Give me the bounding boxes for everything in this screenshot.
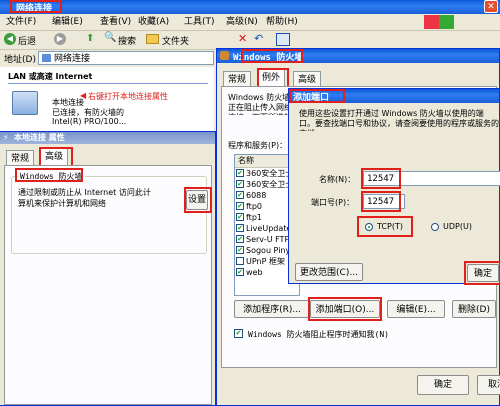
menu-tools[interactable]: 工具(T) — [184, 14, 215, 30]
change-scope-button[interactable]: 更改范围(C)... — [295, 263, 363, 281]
delete-button[interactable]: 删除(D) — [452, 300, 496, 318]
section-divider — [8, 83, 208, 84]
undo-icon[interactable]: ↶ — [254, 32, 263, 45]
checkbox-icon[interactable]: ✔ — [236, 191, 244, 199]
search-label[interactable]: 搜索 — [118, 34, 136, 47]
annotation-arrow-icon: ◀ — [80, 91, 87, 100]
tcp-highlight — [357, 216, 413, 237]
folders-label[interactable]: 文件夹 — [162, 34, 189, 47]
menu-file[interactable]: 文件(F) — [6, 14, 36, 30]
properties-titlebar: ⚡ 本地连接 属性 — [0, 132, 215, 144]
views-icon[interactable] — [276, 33, 290, 46]
annotation-text: 右键打开本地连接属性 — [88, 92, 168, 101]
fw-ok-button[interactable]: 确定 — [417, 375, 469, 395]
program-name: UPnP 框架 — [246, 257, 285, 266]
port-field-highlight — [361, 191, 401, 212]
windows-logo-icon — [424, 15, 454, 29]
fw-tab-exceptions-highlight — [257, 68, 289, 88]
menu-favorites[interactable]: 收藏(A) — [138, 14, 169, 30]
name-label: 名称(N)： — [319, 175, 356, 184]
network-folder-icon — [42, 54, 51, 62]
forward-icon[interactable]: ▶ — [54, 33, 66, 45]
checkbox-icon[interactable]: ✔ — [236, 180, 244, 188]
fw-intro-text: Windows 防火墙正在阻止传入网络连接，下面所选的程序和服务除外。添加例外将… — [228, 93, 292, 115]
network-connection-icon — [12, 91, 38, 115]
checkbox-icon[interactable]: ✔ — [236, 246, 244, 254]
firewall-title-highlight — [241, 49, 303, 63]
checkbox-icon[interactable]: ✔ — [236, 213, 244, 221]
firewall-group: Windows 防火墙 通过限制或防止从 Internet 访问此计算机来保护计… — [11, 171, 207, 254]
section-header: LAN 或高速 Internet — [8, 72, 93, 81]
address-value: 网络连接 — [54, 54, 91, 64]
notify-label[interactable]: Windows 防火墙阻止程序时通知我(N) — [248, 329, 389, 340]
explorer-title-highlight — [10, 0, 62, 13]
connection-device: Intel(R) PRO/100... — [52, 117, 127, 126]
menubar: 文件(F) 编辑(E) 查看(V) 收藏(A) 工具(T) 高级(N) 帮助(H… — [0, 14, 500, 31]
program-name: ftp0 — [246, 202, 262, 211]
firewall-group-title-highlight — [15, 168, 83, 182]
explorer-content: LAN 或高速 Internet 本地连接 已连接，有防火墙的 Intel(R)… — [0, 67, 214, 131]
props-tab-general[interactable]: 常规 — [6, 150, 35, 166]
props-tab-advanced-highlight — [39, 147, 73, 167]
add-port-ok-highlight — [464, 261, 500, 285]
menu-help[interactable]: 帮助(H) — [266, 14, 298, 30]
properties-icon: ⚡ — [3, 133, 9, 142]
address-field[interactable]: 网络连接 — [38, 51, 214, 65]
firewall-group-text: 通过限制或防止从 Internet 访问此计算机来保护计算机和网络 — [18, 188, 151, 208]
checkbox-icon[interactable]: ✔ — [236, 169, 244, 177]
search-icon[interactable]: 🔍 — [104, 32, 116, 43]
checkbox-icon[interactable]: ✔ — [236, 202, 244, 210]
fw-cancel-button[interactable]: 取消 — [477, 375, 500, 395]
udp-radio-icon[interactable] — [431, 223, 439, 231]
add-port-highlight — [308, 297, 382, 321]
props-panel: Windows 防火墙 通过限制或防止从 Internet 访问此计算机来保护计… — [4, 165, 212, 405]
add-port-title-highlight — [289, 89, 345, 103]
close-icon[interactable]: ✕ — [484, 0, 498, 13]
program-name: LiveUpdate — [246, 224, 292, 233]
local-properties-window: ⚡ 本地连接 属性 常规 高级 Windows 防火墙 通过限制或防止从 Int… — [0, 131, 216, 406]
fw-tab-advanced[interactable]: 高级 — [293, 71, 322, 87]
checkbox-icon[interactable] — [236, 257, 244, 265]
up-folder-icon[interactable]: ⬆ — [86, 33, 94, 44]
program-name: web — [246, 268, 263, 277]
program-name: Serv-U FTP — [246, 235, 290, 244]
address-label: 地址(D) — [4, 55, 36, 65]
properties-title: 本地连接 属性 — [14, 133, 65, 142]
delete-icon[interactable]: ✕ — [238, 32, 247, 45]
checkbox-icon[interactable]: ✔ — [236, 224, 244, 232]
checkbox-icon[interactable]: ✔ — [236, 235, 244, 243]
udp-label: UDP(U) — [443, 222, 472, 231]
notify-checkbox[interactable]: ✔ — [234, 329, 243, 338]
program-name: 360安全卫士 — [246, 169, 294, 178]
udp-option[interactable]: UDP(U) — [431, 222, 477, 234]
program-name: 6088 — [246, 191, 267, 200]
back-icon[interactable]: ◀ — [4, 33, 16, 45]
add-port-description: 使用这些设置打开通过 Windows 防火墙以使用的端口。要查找端口号和协议，请… — [299, 109, 499, 131]
programs-label: 程序和服务(P)： — [228, 141, 288, 150]
menu-advanced[interactable]: 高级(N) — [226, 14, 258, 30]
menu-view[interactable]: 查看(V) — [100, 14, 131, 30]
edit-button[interactable]: 编辑(E)... — [387, 300, 445, 318]
fw-tab-general[interactable]: 常规 — [223, 71, 252, 87]
program-name: ftp1 — [246, 213, 262, 222]
firewall-shield-icon — [220, 51, 229, 60]
explorer-titlebar: 网络连接 ✕ — [0, 0, 500, 14]
back-label[interactable]: 后退 — [18, 34, 36, 47]
menu-edit[interactable]: 编辑(E) — [52, 14, 83, 30]
checkbox-icon[interactable]: ✔ — [236, 268, 244, 276]
settings-button-highlight — [184, 187, 212, 213]
add-port-dialog: 添加端口 使用这些设置打开通过 Windows 防火墙以使用的端口。要查找端口号… — [288, 88, 500, 285]
name-field-highlight — [361, 168, 401, 189]
port-label: 端口号(P)： — [311, 198, 355, 207]
add-program-button[interactable]: 添加程序(R)... — [234, 300, 310, 318]
folders-icon[interactable] — [146, 34, 159, 44]
